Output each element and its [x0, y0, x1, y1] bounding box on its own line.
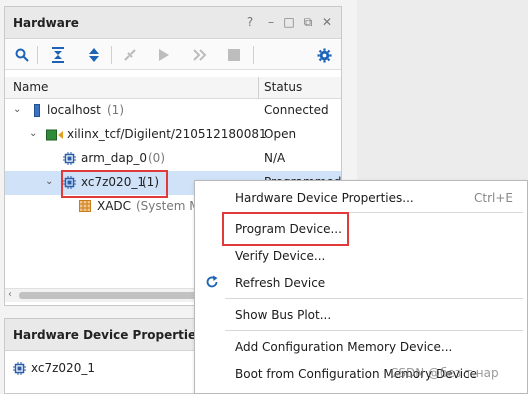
chip-icon: [13, 362, 26, 378]
scroll-left-icon[interactable]: ‹: [8, 289, 12, 300]
menu-item-verify-device[interactable]: Verify Device...: [195, 242, 527, 268]
board-icon: [46, 129, 64, 144]
menu-separator: [225, 212, 523, 213]
chevron-down-icon[interactable]: ⌄: [45, 176, 55, 188]
minimize-icon[interactable]: –: [264, 15, 278, 29]
close-icon[interactable]: ✕: [320, 15, 334, 29]
column-status-header[interactable]: Status: [264, 80, 302, 94]
menu-item-label: Show Bus Plot...: [235, 308, 332, 322]
menu-item-label: Refresh Device: [235, 276, 326, 290]
toolbar-separator: [37, 46, 38, 64]
hardware-title-bar: Hardware ? – □ ⧉ ✕: [5, 7, 341, 39]
toolbar-separator: [111, 46, 112, 64]
refresh-icon: [205, 275, 219, 292]
menu-item-add-config-memory[interactable]: Add Configuration Memory Device...: [195, 333, 527, 359]
menu-item-label: Program Device...: [235, 222, 342, 236]
column-name-header[interactable]: Name: [13, 80, 48, 94]
tree-item-label: localhost: [47, 103, 101, 117]
run-icon[interactable]: [155, 46, 173, 64]
menu-item-shortcut: Ctrl+E: [474, 191, 513, 205]
tree-row-arm-dap[interactable]: arm_dap_0 (0) N/A: [5, 147, 341, 171]
chevron-down-icon[interactable]: ⌄: [29, 128, 39, 140]
toolbar-separator: [253, 46, 254, 64]
tree-row-localhost[interactable]: ⌄ localhost (1) Connected: [5, 99, 341, 123]
auto-connect-icon[interactable]: [121, 46, 139, 64]
collapse-all-icon[interactable]: [49, 46, 67, 64]
tree-item-label: xc7z020_1: [81, 175, 145, 189]
watermark: CSDN @без т.нар: [390, 366, 499, 380]
tree-item-count: (0): [148, 151, 165, 165]
menu-item-label: Verify Device...: [235, 249, 326, 263]
expand-all-icon[interactable]: [85, 46, 103, 64]
maximize-icon[interactable]: □: [282, 15, 296, 29]
chip-icon: [63, 152, 76, 168]
tree-item-status: N/A: [264, 151, 286, 165]
stop-icon[interactable]: [225, 46, 243, 64]
panel-title: Hardware: [13, 16, 79, 30]
tree-header: Name Status: [5, 77, 341, 99]
menu-item-show-bus-plot[interactable]: Show Bus Plot...: [195, 301, 527, 327]
menu-separator: [225, 330, 523, 331]
tree-item-label: XADC: [97, 199, 132, 213]
float-icon[interactable]: ⧉: [301, 15, 315, 29]
gear-icon[interactable]: [315, 46, 333, 64]
tree-item-status: Open: [264, 127, 297, 141]
chip-icon: [63, 176, 76, 192]
properties-item-label: xc7z020_1: [31, 361, 95, 375]
tree-item-count: (1): [107, 103, 124, 117]
menu-item-hardware-device-properties[interactable]: Hardware Device Properties... Ctrl+E: [195, 184, 527, 210]
tree-item-label: xilinx_tcf/Digilent/210512180081: [67, 127, 267, 141]
menu-item-refresh-device[interactable]: Refresh Device: [195, 269, 527, 295]
panel-title: Hardware Device Properties: [13, 328, 204, 342]
menu-item-program-device[interactable]: Program Device...: [195, 215, 527, 241]
tree-row-target[interactable]: ⌄ xilinx_tcf/Digilent/210512180081 Open: [5, 123, 341, 147]
hardware-toolbar: [5, 40, 341, 70]
scrollbar-thumb[interactable]: [19, 292, 209, 299]
tree-item-label: arm_dap_0: [81, 151, 147, 165]
menu-item-label: Hardware Device Properties...: [235, 191, 414, 205]
xadc-icon: [79, 200, 91, 215]
step-icon[interactable]: [191, 46, 209, 64]
context-menu: Hardware Device Properties... Ctrl+E Pro…: [194, 180, 528, 394]
server-icon: [34, 104, 40, 120]
menu-separator: [225, 298, 523, 299]
column-divider[interactable]: [258, 77, 259, 99]
chevron-down-icon[interactable]: ⌄: [13, 104, 23, 116]
tree-item-status: Connected: [264, 103, 329, 117]
menu-item-label: Add Configuration Memory Device...: [235, 340, 453, 354]
help-icon[interactable]: ?: [243, 15, 257, 29]
tree-item-count: (1): [142, 175, 159, 189]
search-icon[interactable]: [13, 46, 31, 64]
